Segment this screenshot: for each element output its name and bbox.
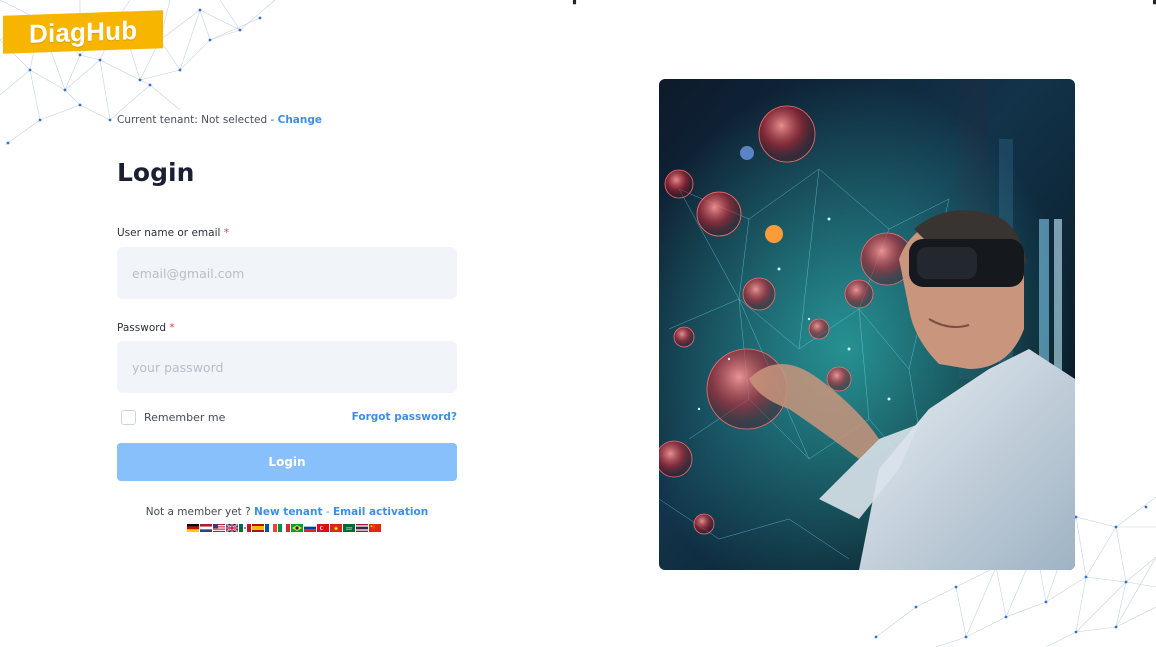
vr-molecules-illustration bbox=[659, 79, 1075, 570]
flag-vn-icon[interactable] bbox=[330, 524, 342, 532]
remember-me-label: Remember me bbox=[144, 411, 226, 424]
email-activation-link[interactable]: Email activation bbox=[333, 506, 428, 518]
flag-gb-icon[interactable] bbox=[226, 524, 238, 532]
login-button[interactable]: Login bbox=[117, 443, 457, 481]
password-label-text: Password bbox=[117, 322, 167, 334]
flag-fr-icon[interactable] bbox=[265, 524, 277, 532]
flag-ru-icon[interactable] bbox=[304, 524, 316, 532]
signup-prefix: Not a member yet ? bbox=[145, 506, 251, 518]
flag-th-icon[interactable] bbox=[356, 524, 368, 532]
edge-mark: ▘ bbox=[573, 0, 580, 9]
brand-logo[interactable]: DiagHub bbox=[3, 10, 163, 54]
flag-sa-icon[interactable] bbox=[343, 524, 355, 532]
flag-mx-icon[interactable] bbox=[239, 524, 251, 532]
hero-image bbox=[659, 79, 1075, 570]
page-title: Login bbox=[117, 158, 195, 187]
signup-line: Not a member yet ? New tenant - Email ac… bbox=[117, 506, 457, 518]
flag-br-icon[interactable] bbox=[291, 524, 303, 532]
required-marker: * bbox=[169, 322, 175, 334]
flag-it-icon[interactable] bbox=[278, 524, 290, 532]
forgot-password-link[interactable]: Forgot password? bbox=[352, 411, 457, 423]
current-tenant-line: Current tenant: Not selected - Change bbox=[117, 114, 322, 126]
edge-mark: ▝ bbox=[1150, 0, 1156, 9]
brand-logo-text: DiagHub bbox=[29, 15, 138, 49]
change-tenant-link[interactable]: Change bbox=[278, 114, 322, 126]
language-selector bbox=[187, 524, 381, 532]
signup-separator: - bbox=[325, 506, 330, 518]
new-tenant-link[interactable]: New tenant bbox=[254, 506, 322, 518]
username-label: User name or email * bbox=[117, 227, 229, 239]
password-label: Password * bbox=[117, 322, 175, 334]
flag-cn-icon[interactable] bbox=[369, 524, 381, 532]
remember-me[interactable]: Remember me bbox=[121, 410, 225, 425]
flag-de-icon[interactable] bbox=[187, 524, 199, 532]
flag-tr-icon[interactable] bbox=[317, 524, 329, 532]
current-tenant-text: Current tenant: Not selected - bbox=[117, 114, 278, 126]
username-label-text: User name or email bbox=[117, 227, 221, 239]
username-input[interactable] bbox=[117, 247, 457, 299]
flag-us-icon[interactable] bbox=[213, 524, 225, 532]
remember-me-checkbox[interactable] bbox=[121, 410, 136, 425]
flag-es-icon[interactable] bbox=[252, 524, 264, 532]
password-input[interactable] bbox=[117, 341, 457, 393]
flag-nl-icon[interactable] bbox=[200, 524, 212, 532]
required-marker: * bbox=[223, 227, 230, 239]
